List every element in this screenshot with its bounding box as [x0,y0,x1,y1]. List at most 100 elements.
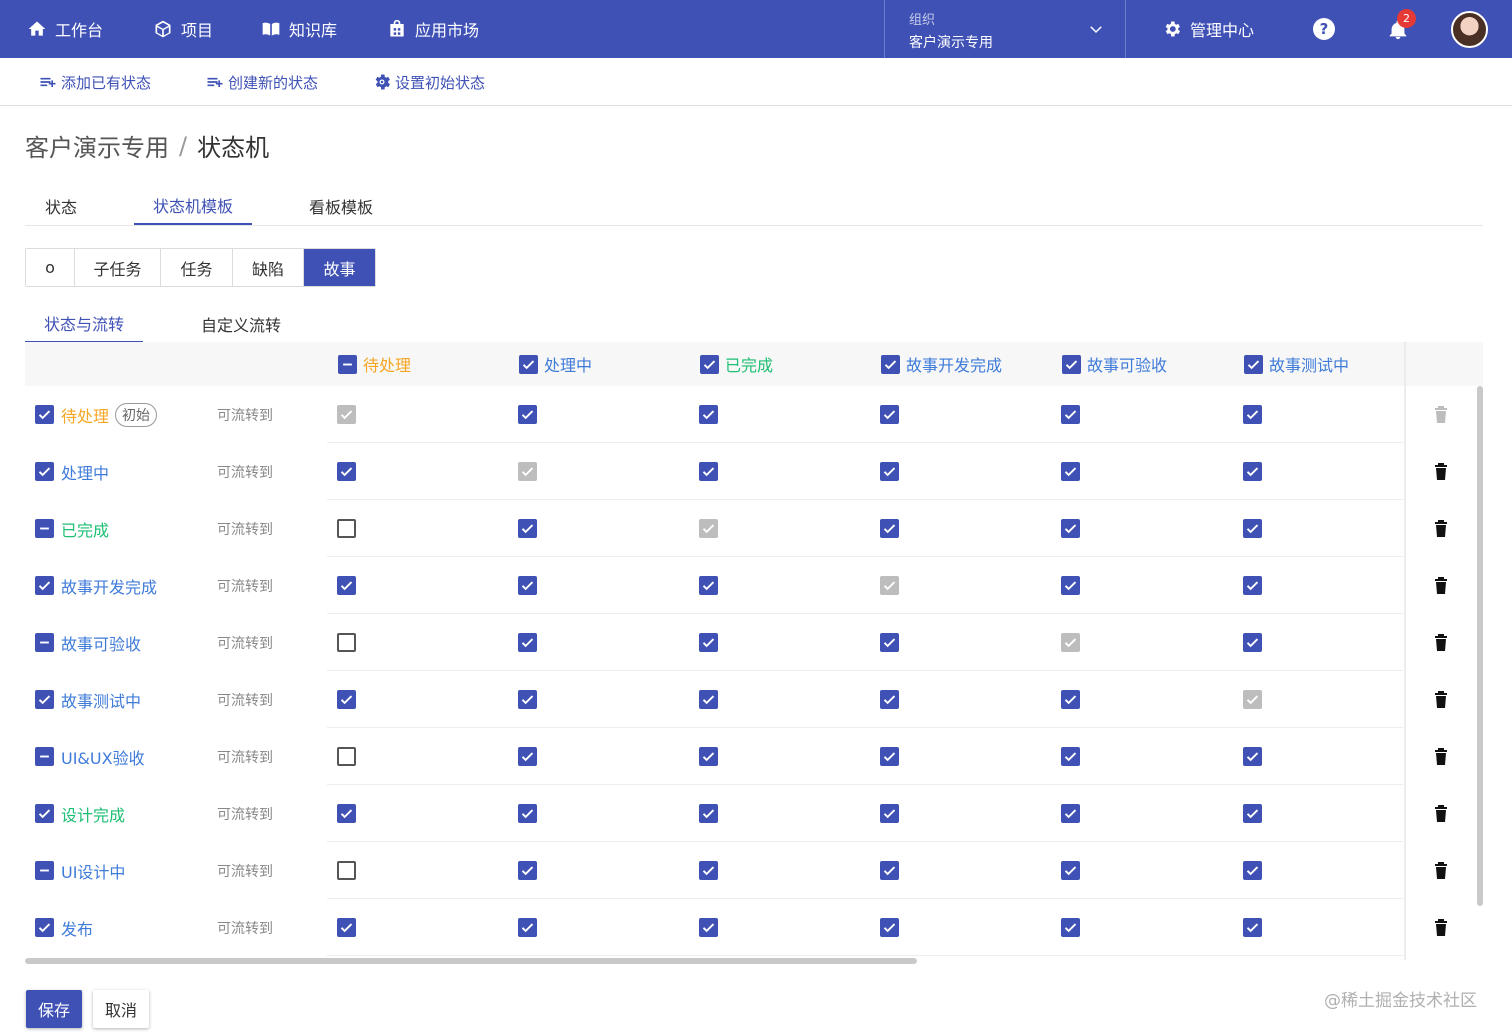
transition-checkbox[interactable] [337,861,356,880]
transition-checkbox[interactable] [518,918,537,937]
column-select-checkbox[interactable] [700,354,719,374]
transition-checkbox[interactable] [1243,804,1262,823]
tab-states[interactable]: 状态 [25,186,97,225]
tab-states-and-transitions[interactable]: 状态与流转 [25,304,143,343]
breadcrumb-parent[interactable]: 客户演示专用 [25,128,169,163]
transition-checkbox[interactable] [1061,804,1080,823]
transition-checkbox[interactable] [1061,462,1080,481]
transition-checkbox[interactable] [880,690,899,709]
transition-checkbox[interactable] [880,747,899,766]
column-select-checkbox[interactable] [519,354,538,374]
transition-checkbox[interactable] [699,405,718,424]
transition-checkbox[interactable] [1243,861,1262,880]
delete-icon[interactable] [1434,861,1448,879]
admin-center-button[interactable]: 管理中心 [1162,0,1254,58]
column-select-checkbox[interactable] [338,354,357,374]
transition-checkbox[interactable] [699,690,718,709]
transition-checkbox[interactable] [518,861,537,880]
transition-checkbox[interactable] [699,804,718,823]
transition-checkbox[interactable] [1243,633,1262,652]
save-button[interactable]: 保存 [26,990,82,1028]
transition-checkbox[interactable] [518,747,537,766]
row-select-checkbox[interactable] [35,861,54,880]
column-select-checkbox[interactable] [881,354,900,374]
transition-checkbox[interactable] [1243,405,1262,424]
transition-checkbox[interactable] [1243,519,1262,538]
transition-checkbox[interactable] [337,918,356,937]
transition-checkbox[interactable] [518,519,537,538]
issue-type-task[interactable]: 任务 [161,249,233,286]
transition-checkbox[interactable] [337,804,356,823]
transition-checkbox[interactable] [337,747,356,766]
transition-checkbox[interactable] [1061,747,1080,766]
delete-icon[interactable] [1434,747,1448,765]
row-select-checkbox[interactable] [35,804,54,823]
transition-checkbox[interactable] [699,633,718,652]
transition-checkbox[interactable] [1061,690,1080,709]
transition-checkbox[interactable] [1061,576,1080,595]
horizontal-scrollbar[interactable] [25,958,917,964]
delete-icon[interactable] [1434,633,1448,651]
transition-checkbox[interactable] [880,804,899,823]
transition-checkbox[interactable] [699,576,718,595]
row-select-checkbox[interactable] [35,918,54,937]
transition-checkbox[interactable] [1061,405,1080,424]
nav-item-workbench[interactable]: 工作台 [27,0,103,58]
transition-checkbox[interactable] [880,462,899,481]
row-select-checkbox[interactable] [35,519,54,538]
transition-checkbox[interactable] [337,462,356,481]
column-select-checkbox[interactable] [1244,354,1263,374]
add-existing-state-button[interactable]: 添加已有状态 [38,58,151,106]
delete-icon[interactable] [1434,918,1448,936]
tab-custom-transitions[interactable]: 自定义流转 [185,304,297,343]
delete-icon[interactable] [1434,804,1448,822]
transition-checkbox[interactable] [337,576,356,595]
transition-checkbox[interactable] [699,861,718,880]
row-select-checkbox[interactable] [35,690,54,709]
delete-icon[interactable] [1434,462,1448,480]
transition-checkbox[interactable] [1243,462,1262,481]
transition-checkbox[interactable] [1243,918,1262,937]
transition-checkbox[interactable] [1243,747,1262,766]
column-select-checkbox[interactable] [1062,354,1081,374]
issue-type-o[interactable]: o [26,249,75,286]
cancel-button[interactable]: 取消 [93,990,149,1028]
transition-checkbox[interactable] [880,519,899,538]
transition-checkbox[interactable] [1243,576,1262,595]
transition-checkbox[interactable] [880,405,899,424]
transition-checkbox[interactable] [1061,861,1080,880]
row-select-checkbox[interactable] [35,633,54,652]
issue-type-subtask[interactable]: 子任务 [75,249,161,286]
transition-checkbox[interactable] [880,633,899,652]
create-new-state-button[interactable]: 创建新的状态 [205,58,318,106]
transition-checkbox[interactable] [518,804,537,823]
transition-checkbox[interactable] [337,690,356,709]
organization-selector[interactable]: 组织 客户演示专用 [884,0,1126,58]
transition-checkbox[interactable] [1061,519,1080,538]
delete-icon[interactable] [1434,690,1448,708]
delete-icon[interactable] [1434,576,1448,594]
delete-icon[interactable] [1434,519,1448,537]
set-initial-state-button[interactable]: 设置初始状态 [372,58,485,106]
transition-checkbox[interactable] [518,690,537,709]
issue-type-story[interactable]: 故事 [304,249,375,286]
avatar[interactable] [1451,11,1488,48]
vertical-scrollbar[interactable] [1477,386,1483,906]
nav-item-projects[interactable]: 项目 [153,0,213,58]
row-select-checkbox[interactable] [35,576,54,595]
row-select-checkbox[interactable] [35,405,54,424]
transition-checkbox[interactable] [699,918,718,937]
transition-checkbox[interactable] [880,918,899,937]
nav-item-app-market[interactable]: 应用市场 [387,0,479,58]
tab-board-template[interactable]: 看板模板 [289,186,393,225]
transition-checkbox[interactable] [518,576,537,595]
transition-checkbox[interactable] [518,633,537,652]
transition-checkbox[interactable] [1061,918,1080,937]
row-select-checkbox[interactable] [35,747,54,766]
transition-checkbox[interactable] [699,462,718,481]
transition-checkbox[interactable] [880,861,899,880]
transition-checkbox[interactable] [699,747,718,766]
issue-type-bug[interactable]: 缺陷 [233,249,304,286]
transition-checkbox[interactable] [518,405,537,424]
nav-item-knowledge-base[interactable]: 知识库 [261,0,337,58]
